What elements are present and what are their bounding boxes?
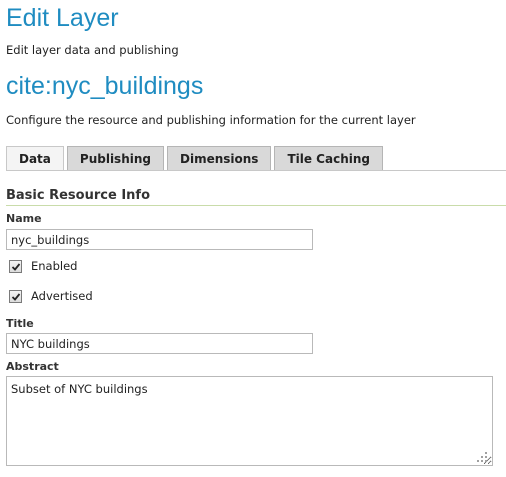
enabled-checkbox[interactable] [9,259,22,273]
abstract-label: Abstract [6,360,59,373]
tab-data[interactable]: Data [6,146,64,171]
edit-layer-page: Edit Layer Edit layer data and publishin… [0,0,506,477]
page-description: Edit layer data and publishing [6,43,179,57]
checkmark-icon [11,292,21,301]
name-input[interactable] [6,229,313,250]
abstract-textarea[interactable]: Subset of NYC buildings [6,376,493,466]
tab-dimensions[interactable]: Dimensions [167,146,272,170]
advertised-row: Advertised [9,288,93,304]
enabled-label: Enabled [31,259,78,273]
section-divider [6,205,506,206]
section-title: Basic Resource Info [6,188,150,203]
checkmark-icon [11,262,21,271]
tab-tile-caching[interactable]: Tile Caching [274,146,383,170]
layer-name-heading: cite:nyc_buildings [6,72,204,100]
page-title: Edit Layer [6,4,119,32]
title-label: Title [6,317,34,330]
tab-divider [6,170,506,171]
tab-publishing[interactable]: Publishing [66,146,164,170]
resize-grip-icon[interactable] [476,451,488,463]
tab-bar: Data Publishing Dimensions Tile Caching [6,146,386,171]
name-label: Name [6,212,42,225]
layer-description: Configure the resource and publishing in… [6,113,416,127]
title-input[interactable] [6,333,313,354]
advertised-checkbox[interactable] [9,289,22,303]
advertised-label: Advertised [31,289,93,303]
enabled-row: Enabled [9,258,77,274]
